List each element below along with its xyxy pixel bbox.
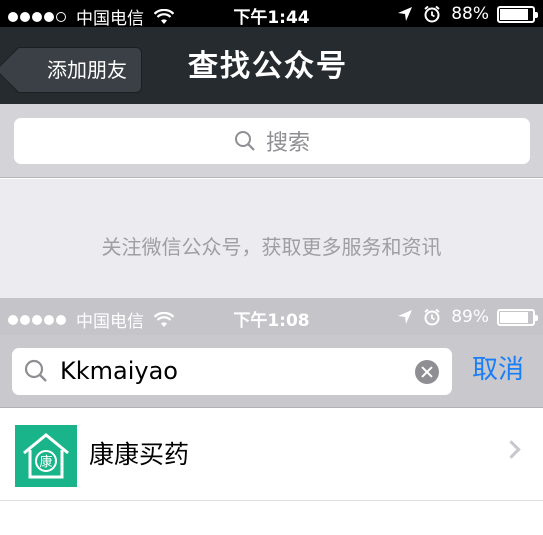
avatar-char: 康: [39, 454, 52, 470]
page-title: 查找公众号: [188, 49, 348, 84]
nav-bar: 添加朋友 查找公众号: [0, 27, 543, 104]
battery-percent: 88%: [451, 4, 489, 24]
info-area: 关注微信公众号，获取更多服务和资讯: [0, 179, 543, 298]
chevron-right-icon: [502, 440, 521, 459]
battery-icon: [497, 308, 538, 326]
search-field[interactable]: [12, 348, 452, 395]
house-icon: 康: [23, 433, 69, 479]
active-search-bar: 取消: [0, 335, 543, 408]
alarm-clock-icon: [424, 5, 440, 23]
avatar: 康: [15, 425, 77, 487]
list-item[interactable]: 康 康康买药: [0, 409, 543, 501]
empty-area: [0, 502, 543, 535]
cancel-button[interactable]: 取消: [472, 353, 524, 387]
battery-percent: 89%: [451, 307, 489, 327]
search-placeholder: 搜索: [265, 131, 310, 156]
location-arrow-icon: [398, 7, 413, 21]
search-input[interactable]: [60, 356, 400, 386]
status-bar-overlay: 中国电信 下午1:08 89%: [0, 298, 543, 335]
back-button[interactable]: 添加朋友: [14, 47, 142, 93]
search-bar: 搜索: [0, 104, 543, 178]
status-right: 88%: [397, 4, 538, 24]
battery-icon: [497, 5, 538, 23]
status-bar: 中国电信 下午1:44 88%: [0, 0, 543, 29]
search-input[interactable]: 搜索: [14, 118, 530, 164]
location-arrow-icon: [398, 310, 413, 324]
back-button-label: 添加朋友: [47, 58, 127, 82]
info-text: 关注微信公众号，获取更多服务和资讯: [101, 235, 442, 259]
alarm-clock-icon: [424, 308, 440, 326]
search-icon: [234, 131, 255, 151]
search-icon: [24, 359, 47, 382]
status-right: 89%: [397, 307, 538, 327]
clear-text-icon[interactable]: [415, 360, 439, 384]
result-name: 康康买药: [89, 440, 190, 469]
